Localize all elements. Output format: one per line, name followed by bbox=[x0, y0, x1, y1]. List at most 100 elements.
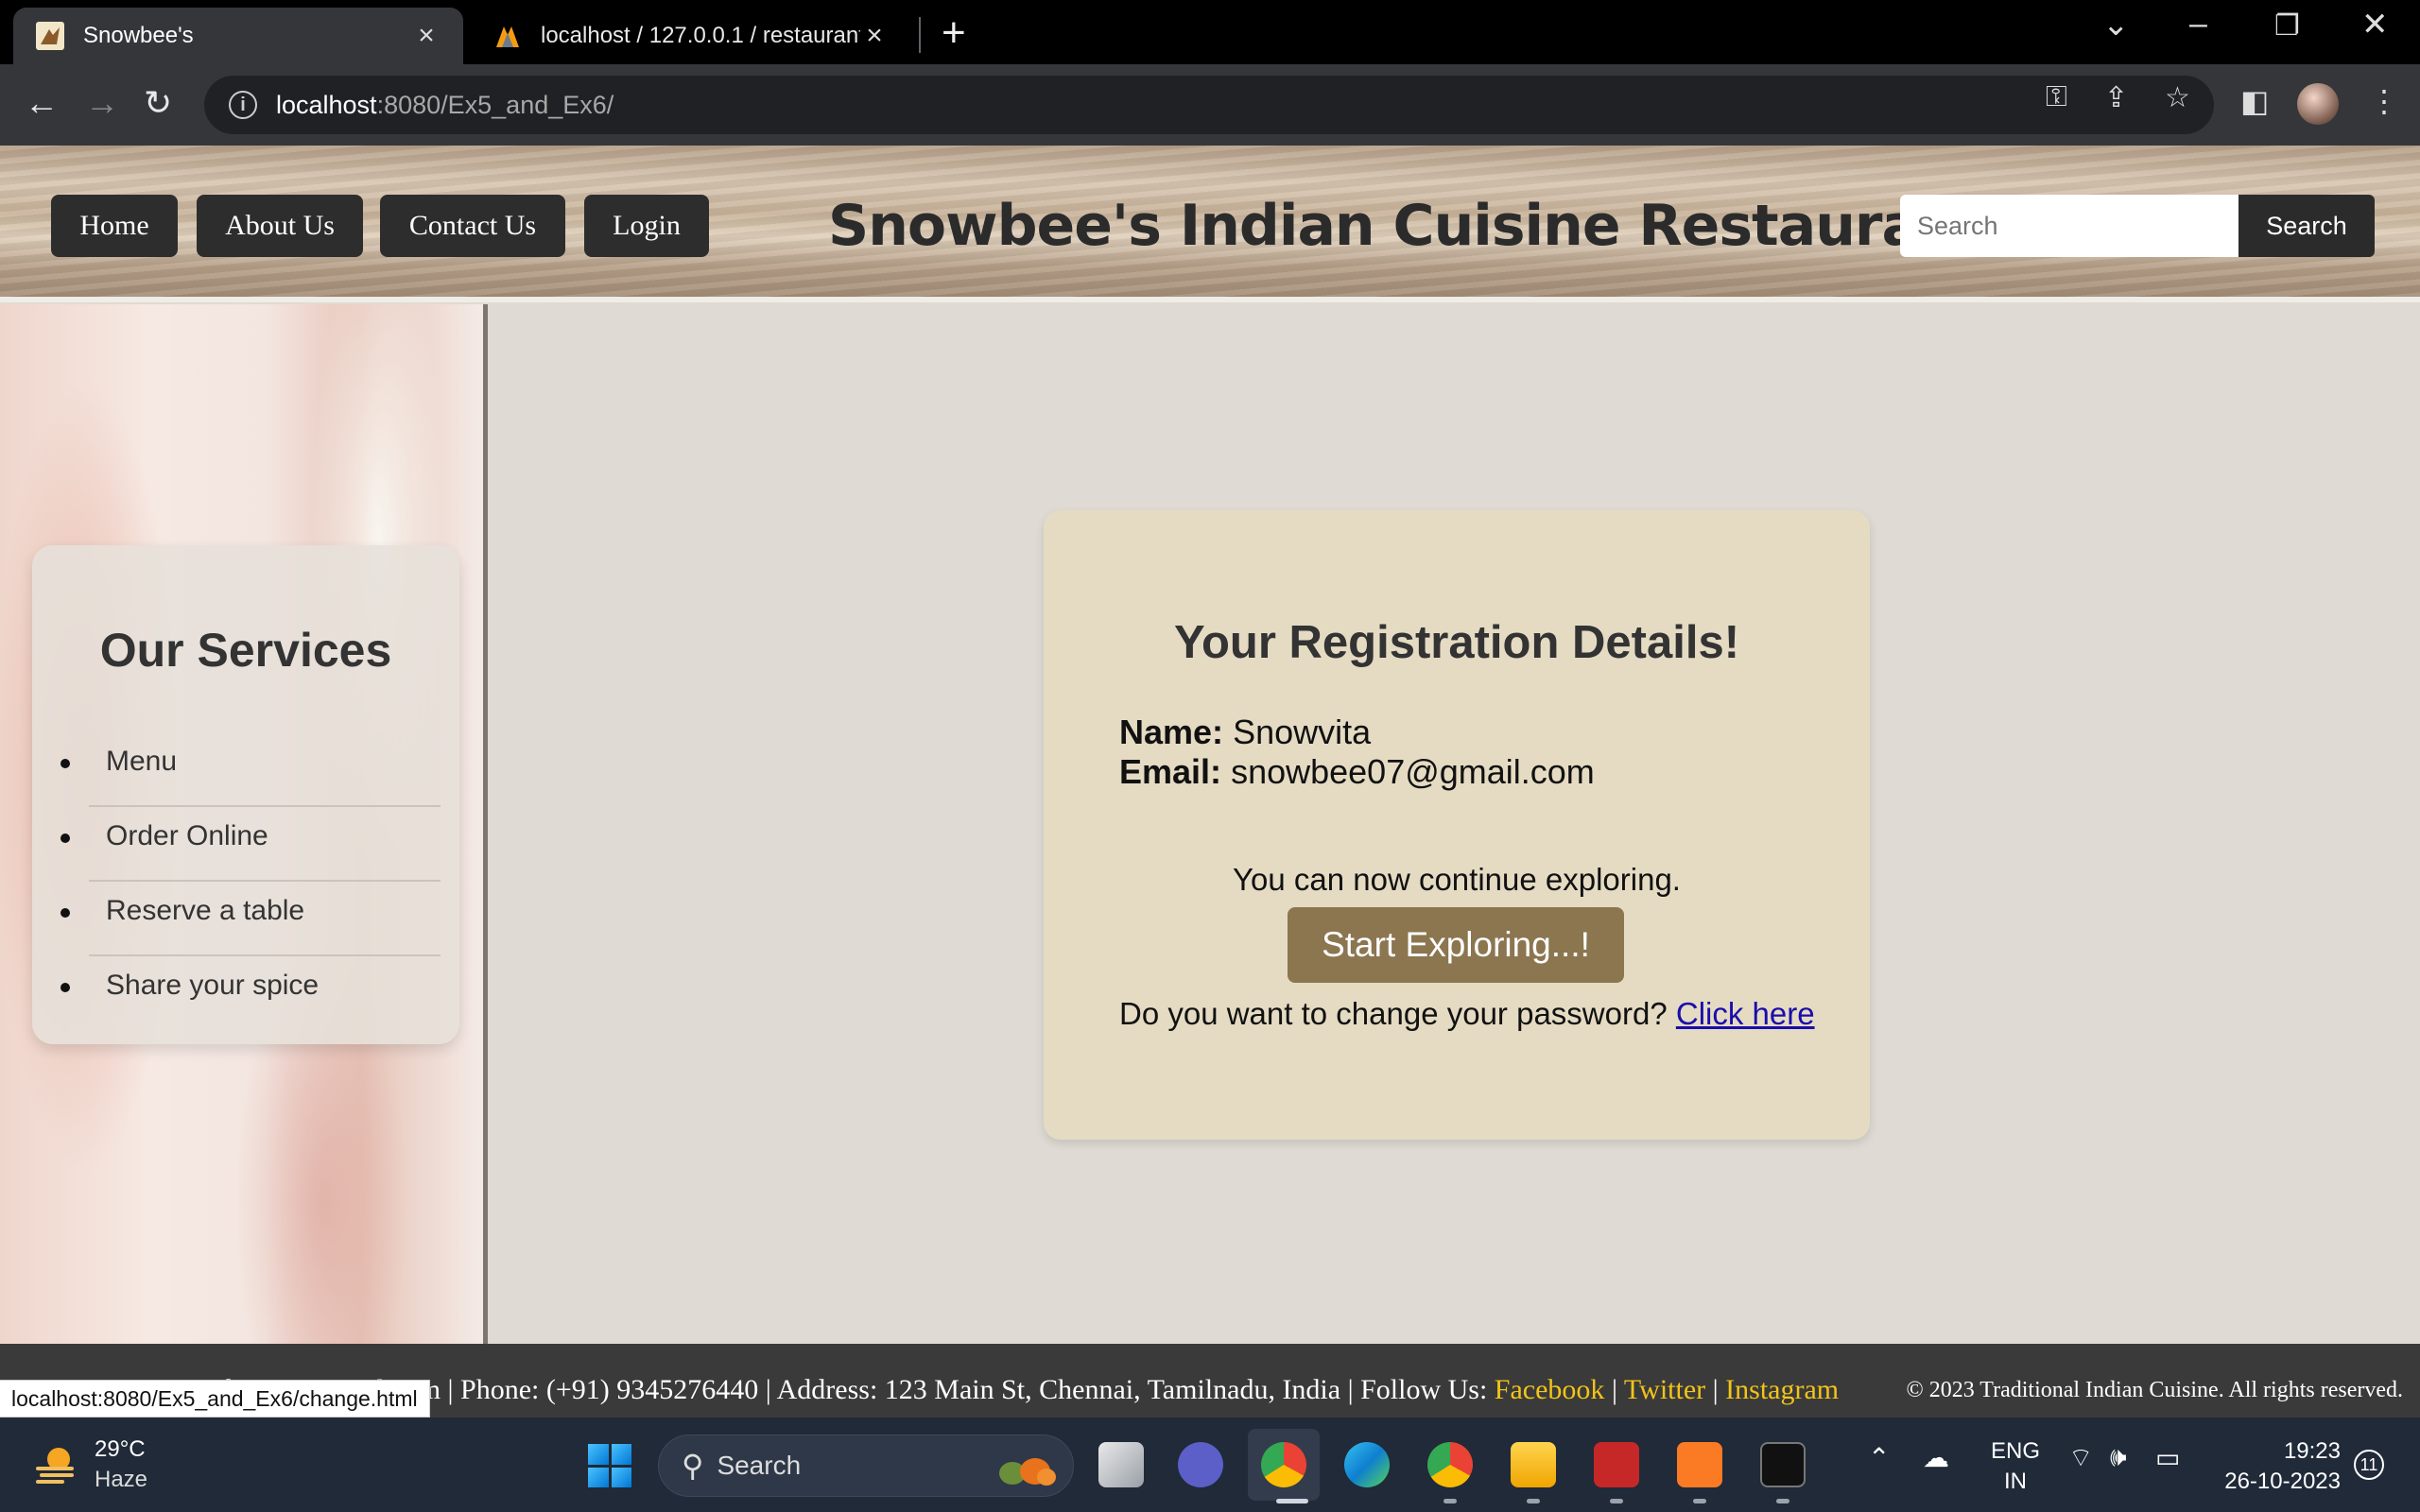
footer-separator: | bbox=[1611, 1374, 1617, 1405]
nav-home-button[interactable]: Home bbox=[51, 195, 178, 257]
active-indicator bbox=[1276, 1499, 1308, 1503]
close-tab-icon[interactable]: × bbox=[412, 20, 441, 52]
services-panel: Our Services Menu Order Online Reserve a… bbox=[32, 545, 459, 1044]
site-header: Home About Us Contact Us Login Snowbee's… bbox=[0, 146, 2420, 302]
url-field[interactable]: i localhost:8080/Ex5_and_Ex6/ bbox=[204, 76, 2214, 134]
running-indicator bbox=[1610, 1499, 1623, 1503]
pumpkin-icon bbox=[999, 1458, 1056, 1486]
restaurant-favicon-icon bbox=[36, 22, 64, 50]
file-explorer-preview-icon[interactable] bbox=[1098, 1442, 1144, 1487]
search-button[interactable]: Search bbox=[2238, 195, 2375, 257]
name-value: Snowvita bbox=[1233, 713, 1372, 751]
share-icon[interactable]: ⇪ bbox=[2104, 81, 2128, 114]
web-page: Home About Us Contact Us Login Snowbee's… bbox=[0, 146, 2420, 1418]
services-title: Our Services bbox=[99, 624, 392, 677]
email-row: Email: snowbee07@gmail.com bbox=[1119, 752, 1595, 792]
footer-facebook-link[interactable]: Facebook bbox=[1495, 1374, 1605, 1405]
show-hidden-icons-chevron-icon[interactable]: ⌃ bbox=[1868, 1442, 1890, 1473]
tab-title: localhost / 127.0.0.1 / restaurant bbox=[541, 23, 860, 48]
tab-snowbees[interactable]: Snowbee's × bbox=[13, 8, 463, 64]
language-code: ENG bbox=[1991, 1438, 2041, 1464]
edge-icon[interactable] bbox=[1344, 1442, 1390, 1487]
nav-about-button[interactable]: About Us bbox=[197, 195, 363, 257]
nav-login-button[interactable]: Login bbox=[584, 195, 709, 257]
phpmyadmin-favicon-icon bbox=[496, 26, 519, 47]
running-indicator bbox=[1527, 1499, 1540, 1503]
site-title: Snowbee's Indian Cuisine Restaurant bbox=[828, 193, 1985, 259]
site-info-icon[interactable]: i bbox=[229, 91, 257, 119]
tab-phpmyadmin[interactable]: localhost / 127.0.0.1 / restaurant × bbox=[471, 8, 911, 64]
search-icon: ⚲ bbox=[682, 1449, 704, 1483]
running-indicator bbox=[1776, 1499, 1789, 1503]
password-question: Do you want to change your password? bbox=[1119, 996, 1668, 1031]
notification-badge[interactable]: 11 bbox=[2354, 1450, 2384, 1480]
chrome-icon[interactable] bbox=[1261, 1442, 1306, 1487]
volume-icon[interactable]: 🕪 bbox=[2110, 1442, 2127, 1473]
card-title: Your Registration Details! bbox=[1173, 617, 1740, 668]
profile-avatar[interactable] bbox=[2297, 83, 2339, 125]
terminal-icon[interactable] bbox=[1760, 1442, 1806, 1487]
close-window-icon[interactable]: ✕ bbox=[2361, 6, 2389, 43]
battery-icon[interactable]: ▭ bbox=[2155, 1442, 2180, 1473]
name-row: Name: Snowvita bbox=[1119, 713, 1371, 752]
key-icon[interactable]: ⚿ bbox=[2046, 81, 2067, 113]
mcafee-icon[interactable] bbox=[1594, 1442, 1639, 1487]
side-panel-icon[interactable]: ◧ bbox=[2240, 83, 2269, 119]
service-item-order-online[interactable]: Order Online bbox=[60, 807, 441, 882]
reload-icon[interactable]: ↻ bbox=[144, 83, 172, 123]
change-password-row: Do you want to change your password? Cli… bbox=[1119, 996, 1815, 1032]
new-tab-icon[interactable]: + bbox=[942, 9, 966, 57]
xampp-icon[interactable] bbox=[1677, 1442, 1722, 1487]
chrome-profile-icon[interactable] bbox=[1427, 1442, 1473, 1487]
services-list: Menu Order Online Reserve a table Share … bbox=[60, 732, 441, 1031]
taskbar-search-label: Search bbox=[717, 1451, 802, 1480]
clock-date: 26-10-2023 bbox=[2224, 1469, 2341, 1494]
bookmark-star-icon[interactable]: ☆ bbox=[2165, 81, 2190, 114]
file-explorer-icon[interactable] bbox=[1511, 1442, 1556, 1487]
clock-time: 19:23 bbox=[2283, 1438, 2341, 1464]
taskbar-clock[interactable]: 19:23 26-10-2023 bbox=[2224, 1436, 2341, 1497]
tab-title: Snowbee's bbox=[83, 23, 194, 48]
weather-temperature: 29°C bbox=[95, 1436, 146, 1462]
browser-tab-bar: Snowbee's × localhost / 127.0.0.1 / rest… bbox=[0, 0, 2420, 64]
start-exploring-button[interactable]: Start Exploring...! bbox=[1288, 907, 1624, 983]
weather-description: Haze bbox=[95, 1467, 148, 1492]
menu-kebab-icon[interactable]: ⋮ bbox=[2369, 83, 2399, 119]
windows-taskbar: 29°C Haze ⚲ Search ⌃ ☁ ENG IN ⌔ 🕪 ▭ 19:2… bbox=[0, 1418, 2420, 1512]
minimize-icon[interactable]: – bbox=[2189, 6, 2207, 43]
continue-text: You can now continue exploring. bbox=[1233, 862, 1681, 897]
change-password-link[interactable]: Click here bbox=[1676, 996, 1815, 1031]
name-label: Name: bbox=[1119, 713, 1224, 751]
footer-instagram-link[interactable]: Instagram bbox=[1725, 1374, 1839, 1405]
windows-start-icon[interactable] bbox=[588, 1444, 631, 1487]
language-indicator[interactable]: ENG IN bbox=[1991, 1436, 2040, 1497]
service-item-share-spice[interactable]: Share your spice bbox=[60, 956, 441, 1031]
restore-icon[interactable]: ❐ bbox=[2274, 9, 2300, 43]
close-tab-icon[interactable]: × bbox=[860, 20, 889, 52]
onedrive-cloud-icon[interactable]: ☁ bbox=[1923, 1442, 1949, 1473]
teams-chat-icon[interactable] bbox=[1178, 1442, 1223, 1487]
region-code: IN bbox=[2004, 1469, 2027, 1494]
main-content: Your Registration Details! Name: Snowvit… bbox=[488, 304, 2420, 1344]
footer-twitter-link[interactable]: Twitter bbox=[1624, 1374, 1705, 1405]
service-item-reserve-table[interactable]: Reserve a table bbox=[60, 882, 441, 956]
registration-card: Your Registration Details! Name: Snowvit… bbox=[1044, 510, 1870, 1140]
running-indicator bbox=[1693, 1499, 1706, 1503]
running-indicator bbox=[1443, 1499, 1457, 1503]
forward-arrow-icon[interactable]: → bbox=[85, 83, 119, 123]
search-input[interactable] bbox=[1900, 195, 2238, 257]
link-status-bar: localhost:8080/Ex5_and_Ex6/change.html bbox=[0, 1380, 430, 1418]
tab-search-chevron-icon[interactable]: ⌄ bbox=[2102, 6, 2130, 43]
taskbar-search[interactable]: ⚲ Search bbox=[658, 1435, 1074, 1497]
back-arrow-icon[interactable]: ← bbox=[25, 83, 59, 123]
email-value: snowbee07@gmail.com bbox=[1231, 752, 1595, 791]
address-bar: ← → ↻ i localhost:8080/Ex5_and_Ex6/ ⚿ ⇪ … bbox=[0, 64, 2420, 146]
url-text: localhost:8080/Ex5_and_Ex6/ bbox=[276, 90, 614, 119]
nav-contact-button[interactable]: Contact Us bbox=[380, 195, 565, 257]
sidebar: Our Services Menu Order Online Reserve a… bbox=[0, 304, 488, 1344]
tab-separator bbox=[919, 17, 921, 53]
service-item-menu[interactable]: Menu bbox=[60, 732, 441, 807]
wifi-icon[interactable]: ⌔ bbox=[2068, 1442, 2093, 1475]
haze-weather-icon[interactable] bbox=[32, 1440, 81, 1489]
footer-copyright: © 2023 Traditional Indian Cuisine. All r… bbox=[1906, 1378, 2403, 1402]
